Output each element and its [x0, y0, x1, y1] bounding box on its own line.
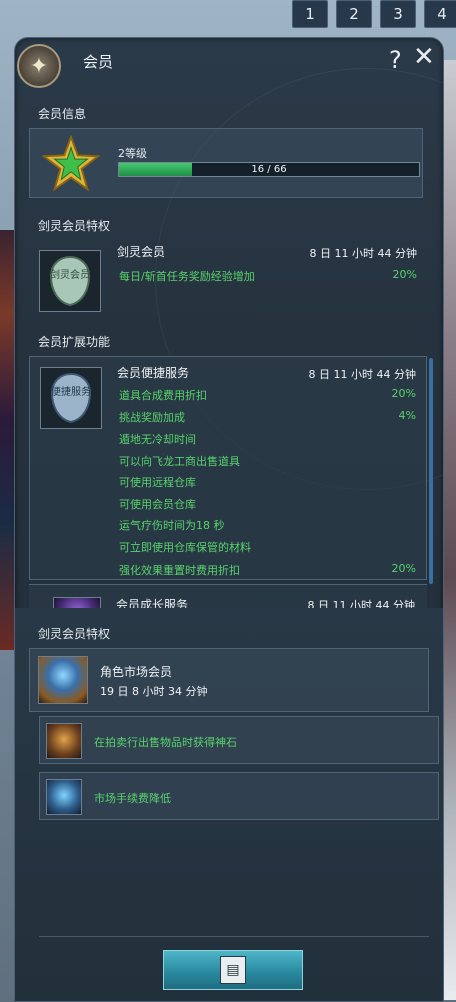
service-perk-1-value: 4%: [398, 409, 416, 422]
hotbar-tab-1[interactable]: 1: [292, 0, 328, 28]
service-perk-5: 可使用会员仓库: [119, 498, 196, 511]
market-membership-box: 角色市场会员 19 日 8 小时 34 分钟: [29, 648, 429, 712]
footer-divider: [39, 936, 429, 937]
market-benefit-0-text: 在拍卖行出售物品时获得神石: [94, 736, 237, 749]
service-perk-3: 可以向飞龙工商出售道具: [119, 455, 240, 468]
jianling-member-icon: 剑灵会员: [39, 250, 101, 312]
market-benefit-0: 在拍卖行出售物品时获得神石: [39, 716, 439, 764]
auction-coin-icon: [46, 723, 82, 759]
market-benefit-1-text: 市场手续费降低: [94, 792, 171, 805]
service-perk-6: 运气疗伤时间为18 秒: [119, 519, 225, 532]
growth-service-name: 会员成长服务: [116, 598, 189, 608]
membership-window: ✦ 会员 ? ✕ 会员信息 2等级 16 / 66 剑灵会员特权 剑灵会员 剑灵…: [14, 37, 444, 1002]
close-icon[interactable]: ✕: [413, 44, 435, 70]
growth-service-icon: [53, 597, 101, 608]
convenience-service-icon-text: 便捷服务: [51, 385, 91, 398]
help-icon[interactable]: ?: [389, 46, 402, 74]
convenience-service-time: 8 日 11 小时 44 分钟: [308, 368, 416, 381]
hotbar-tab-2[interactable]: 2: [336, 0, 372, 28]
hotbar-tab-3[interactable]: 3: [380, 0, 416, 28]
privilege-title: 剑灵会员特权: [38, 219, 111, 233]
privilege-perk-0-value: 20%: [392, 268, 417, 281]
exp-progress-bar: 16 / 66: [118, 162, 420, 177]
store-icon: ▤: [220, 956, 246, 984]
service-perk-8: 强化效果重置时费用折扣: [119, 564, 240, 577]
market-member-icon: [38, 656, 88, 704]
member-level: 2等级: [118, 147, 147, 160]
background-right-strip: [442, 60, 456, 1000]
service-perk-7: 可立即使用仓库保管的材料: [119, 541, 251, 554]
fee-reduction-icon: [46, 779, 82, 815]
convenience-service-icon: 便捷服务: [40, 367, 102, 429]
privilege-perk-0: 每日/斩首任务奖励经验增加: [119, 270, 255, 283]
extension-title: 会员扩展功能: [38, 335, 111, 349]
service-perk-8-value: 20%: [391, 562, 416, 575]
extension-list: 便捷服务 会员便捷服务 8 日 11 小时 44 分钟 道具合成费用折扣 20%…: [29, 356, 427, 580]
service-perk-4: 可使用远程仓库: [119, 476, 196, 489]
store-button[interactable]: ▤: [163, 950, 303, 990]
market-benefit-1: 市场手续费降低: [39, 772, 439, 820]
growth-service-time: 8 日 11 小时 44 分钟: [307, 599, 415, 608]
market-member-name: 角色市场会员: [100, 665, 173, 679]
privilege-time: 8 日 11 小时 44 分钟: [309, 247, 417, 260]
convenience-service-name: 会员便捷服务: [117, 366, 190, 380]
window-title: 会员: [83, 53, 114, 71]
market-section-title: 剑灵会员特权: [38, 627, 111, 641]
hotbar-tab-4[interactable]: 4: [424, 0, 456, 28]
market-member-time: 19 日 8 小时 34 分钟: [100, 685, 208, 698]
hotbar-tabs: 1 2 3 4: [292, 0, 456, 28]
extension-scrollbar[interactable]: [429, 358, 433, 584]
privilege-name: 剑灵会员: [117, 245, 166, 259]
jianling-member-icon-text: 剑灵会员: [50, 268, 90, 281]
member-info-title: 会员信息: [38, 107, 87, 121]
star-icon: [42, 135, 100, 192]
service-perk-1: 挑战奖励加成: [119, 411, 185, 424]
membership-emblem-icon: ✦: [17, 44, 61, 88]
member-info-box: 2等级 16 / 66: [29, 128, 423, 198]
service-perk-0-value: 20%: [391, 387, 416, 400]
service-perk-0: 道具合成费用折扣: [119, 389, 207, 402]
service-perk-2: 遁地无冷却时间: [119, 433, 196, 446]
growth-service-row[interactable]: 会员成长服务 8 日 11 小时 44 分钟: [29, 584, 427, 608]
exp-progress-text: 16 / 66: [251, 164, 287, 175]
